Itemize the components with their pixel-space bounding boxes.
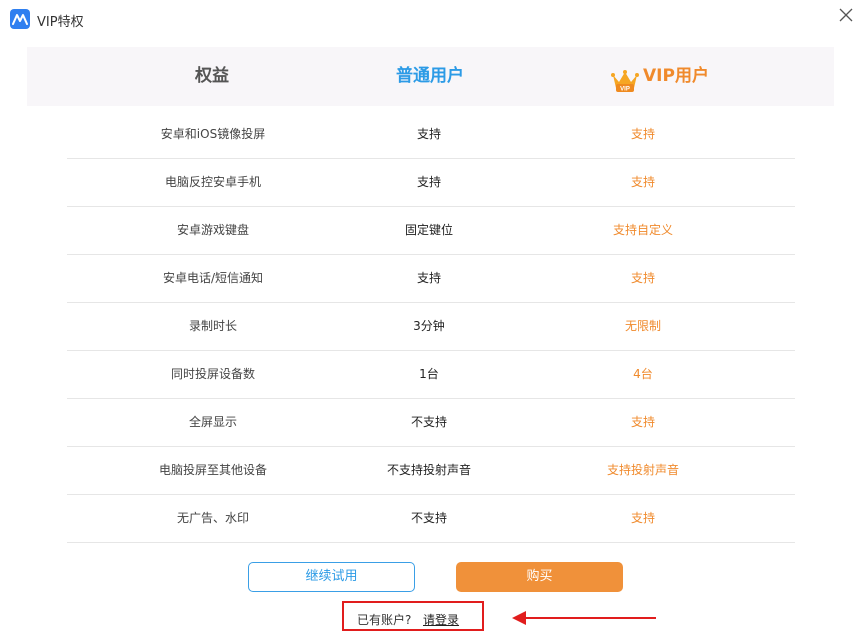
feature-cell: 同时投屏设备数 xyxy=(170,367,255,381)
normal-cell: 支持 xyxy=(416,175,441,189)
header-feature: 权益 xyxy=(195,66,229,86)
normal-cell: 支持 xyxy=(416,271,441,285)
app-logo-icon xyxy=(10,9,30,29)
login-question: 已有账户? xyxy=(357,613,412,627)
normal-cell: 1台 xyxy=(419,367,439,381)
vip-cell: 支持 xyxy=(630,511,655,525)
crown-icon: VIP xyxy=(611,61,640,93)
comparison-table: 安卓和iOS镜像投屏 支持 支持 电脑反控安卓手机 支持 支持 安卓游戏键盘 固… xyxy=(67,111,795,543)
continue-trial-button[interactable]: 继续试用 xyxy=(248,562,415,592)
vip-cell: 支持 xyxy=(630,127,655,141)
normal-cell: 不支持 xyxy=(410,415,447,429)
vip-cell: 支持投射声音 xyxy=(606,463,679,477)
vip-cell: 支持自定义 xyxy=(612,223,673,237)
header-vip-user: VIP VIP用户 xyxy=(585,47,735,106)
window-title: VIP特权 xyxy=(37,15,84,30)
vip-cell: 4台 xyxy=(633,367,653,381)
feature-cell: 电脑投屏至其他设备 xyxy=(158,463,267,477)
feature-cell: 无广告、水印 xyxy=(176,511,249,525)
normal-cell: 支持 xyxy=(416,127,441,141)
vip-cell: 支持 xyxy=(630,415,655,429)
comparison-header: 权益 普通用户 VIP VIP用户 xyxy=(27,47,834,106)
table-row: 安卓电话/短信通知 支持 支持 xyxy=(67,255,795,303)
vip-cell: 支持 xyxy=(630,175,655,189)
feature-cell: 安卓和iOS镜像投屏 xyxy=(160,127,266,141)
table-row: 全屏显示 不支持 支持 xyxy=(67,399,795,447)
feature-cell: 录制时长 xyxy=(188,319,237,333)
feature-cell: 安卓电话/短信通知 xyxy=(162,271,264,285)
vip-cell: 支持 xyxy=(630,271,655,285)
header-vip-label: VIP用户 xyxy=(643,66,709,86)
close-icon[interactable] xyxy=(836,5,856,25)
feature-cell: 电脑反控安卓手机 xyxy=(164,175,261,189)
title-bar: VIP特权 xyxy=(0,0,860,40)
normal-cell: 不支持 xyxy=(410,511,447,525)
table-row: 电脑反控安卓手机 支持 支持 xyxy=(67,159,795,207)
feature-cell: 全屏显示 xyxy=(188,415,237,429)
login-link[interactable]: 请登录 xyxy=(423,611,459,628)
vip-cell: 无限制 xyxy=(624,319,661,333)
table-row: 安卓游戏键盘 固定键位 支持自定义 xyxy=(67,207,795,255)
feature-cell: 安卓游戏键盘 xyxy=(176,223,249,237)
table-row: 同时投屏设备数 1台 4台 xyxy=(67,351,795,399)
table-row: 安卓和iOS镜像投屏 支持 支持 xyxy=(67,111,795,159)
crown-badge-text: VIP xyxy=(620,87,630,93)
table-row: 无广告、水印 不支持 支持 xyxy=(67,495,795,543)
buy-button[interactable]: 购买 xyxy=(456,562,623,592)
red-arrow-annotation xyxy=(512,611,656,625)
normal-cell: 固定键位 xyxy=(404,223,453,237)
normal-cell: 不支持投射声音 xyxy=(386,463,471,477)
table-row: 电脑投屏至其他设备 不支持投射声音 支持投射声音 xyxy=(67,447,795,495)
normal-cell: 3分钟 xyxy=(413,319,445,333)
table-row: 录制时长 3分钟 无限制 xyxy=(67,303,795,351)
header-normal-user: 普通用户 xyxy=(396,66,464,86)
